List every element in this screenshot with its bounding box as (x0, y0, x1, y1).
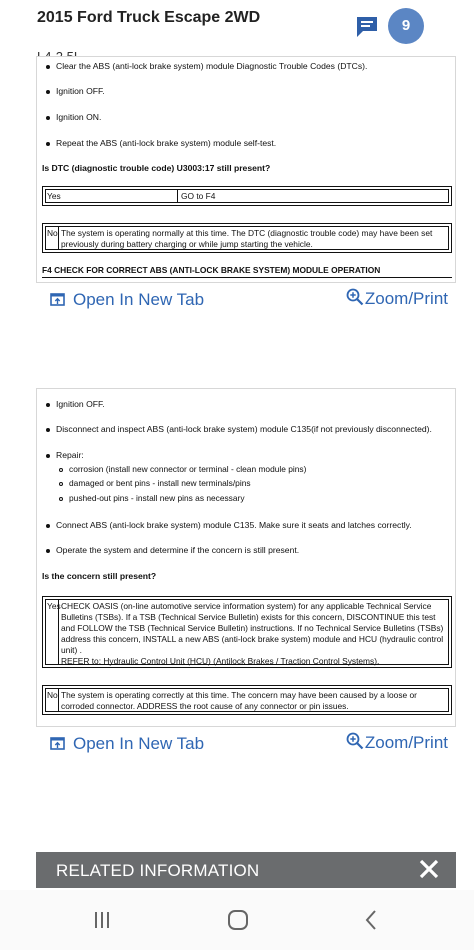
list-item: Repeat the ABS (anti-lock brake system) … (46, 138, 276, 149)
answer-value: The system is operating correctly at thi… (61, 690, 417, 711)
zoom-in-icon (346, 732, 364, 750)
document-card-1: Clear the ABS (anti-lock brake system) m… (36, 56, 456, 284)
notification-badge[interactable]: 9 (388, 8, 424, 44)
close-icon[interactable] (418, 858, 440, 880)
list-item: pushed-out pins - install new pins as ne… (59, 493, 245, 504)
list-item: Connect ABS (anti-lock brake system) mod… (46, 520, 412, 531)
list-item: Ignition ON. (46, 112, 101, 123)
system-navigation-bar (0, 890, 474, 950)
answer-row-yes: Yes CHECK OASIS (on-line automotive serv… (42, 596, 452, 668)
related-information-bar[interactable]: RELATED INFORMATION (36, 852, 456, 888)
answer-row-no: No The system is operating normally at t… (42, 223, 452, 253)
recent-apps-icon[interactable] (88, 908, 116, 932)
answer-key: Yes (46, 190, 178, 202)
back-icon[interactable] (358, 908, 386, 932)
app-header: 2015 Ford Truck Escape 2WD L4-2.5L 9 (0, 0, 474, 64)
card-actions-2: Open In New Tab Zoom/Print (36, 726, 456, 760)
document-card-2: Ignition OFF. Disconnect and inspect ABS… (36, 388, 456, 728)
zoom-in-icon (346, 288, 364, 306)
card-actions-1: Open In New Tab Zoom/Print (36, 282, 456, 316)
answer-row-no: No The system is operating correctly at … (42, 685, 452, 715)
answer-value: CHECK OASIS (on-line automotive service … (61, 601, 444, 666)
home-icon[interactable] (224, 908, 252, 932)
list-item: Ignition OFF. (46, 86, 105, 97)
list-item: damaged or bent pins - install new termi… (59, 478, 251, 489)
open-in-new-tab-link[interactable]: Open In New Tab (50, 734, 204, 754)
diagnostic-question: Is DTC (diagnostic trouble code) U3003:1… (42, 163, 271, 173)
open-new-tab-icon (50, 737, 65, 750)
list-item: Operate the system and determine if the … (46, 545, 299, 556)
chat-icon[interactable] (355, 15, 381, 39)
related-information-label: RELATED INFORMATION (56, 861, 260, 880)
answer-value: The system is operating normally at this… (61, 228, 433, 249)
list-item: Ignition OFF. (46, 399, 105, 410)
answer-key: Yes (46, 600, 61, 664)
step-title: F4 CHECK FOR CORRECT ABS (ANTI-LOCK BRAK… (42, 265, 452, 278)
list-item: Disconnect and inspect ABS (anti-lock br… (46, 424, 432, 435)
zoom-print-link[interactable]: Zoom/Print (346, 288, 448, 309)
open-in-new-tab-link[interactable]: Open In New Tab (50, 290, 204, 310)
answer-key: No (46, 689, 59, 711)
vehicle-title: 2015 Ford Truck Escape 2WD (37, 9, 261, 26)
refer-text: REFER to: Hydraulic Control Unit (HCU) (… (61, 656, 380, 666)
zoom-print-link[interactable]: Zoom/Print (346, 732, 448, 753)
answer-key: No (46, 227, 59, 249)
answer-row-yes: Yes GO to F4 (42, 186, 452, 206)
open-new-tab-icon (50, 293, 65, 306)
list-item: Clear the ABS (anti-lock brake system) m… (46, 61, 367, 72)
list-item: Repair: (46, 450, 84, 461)
list-item: corrosion (install new connector or term… (59, 464, 306, 475)
diagnostic-question: Is the concern still present? (42, 571, 157, 581)
answer-value: GO to F4 (181, 191, 216, 201)
